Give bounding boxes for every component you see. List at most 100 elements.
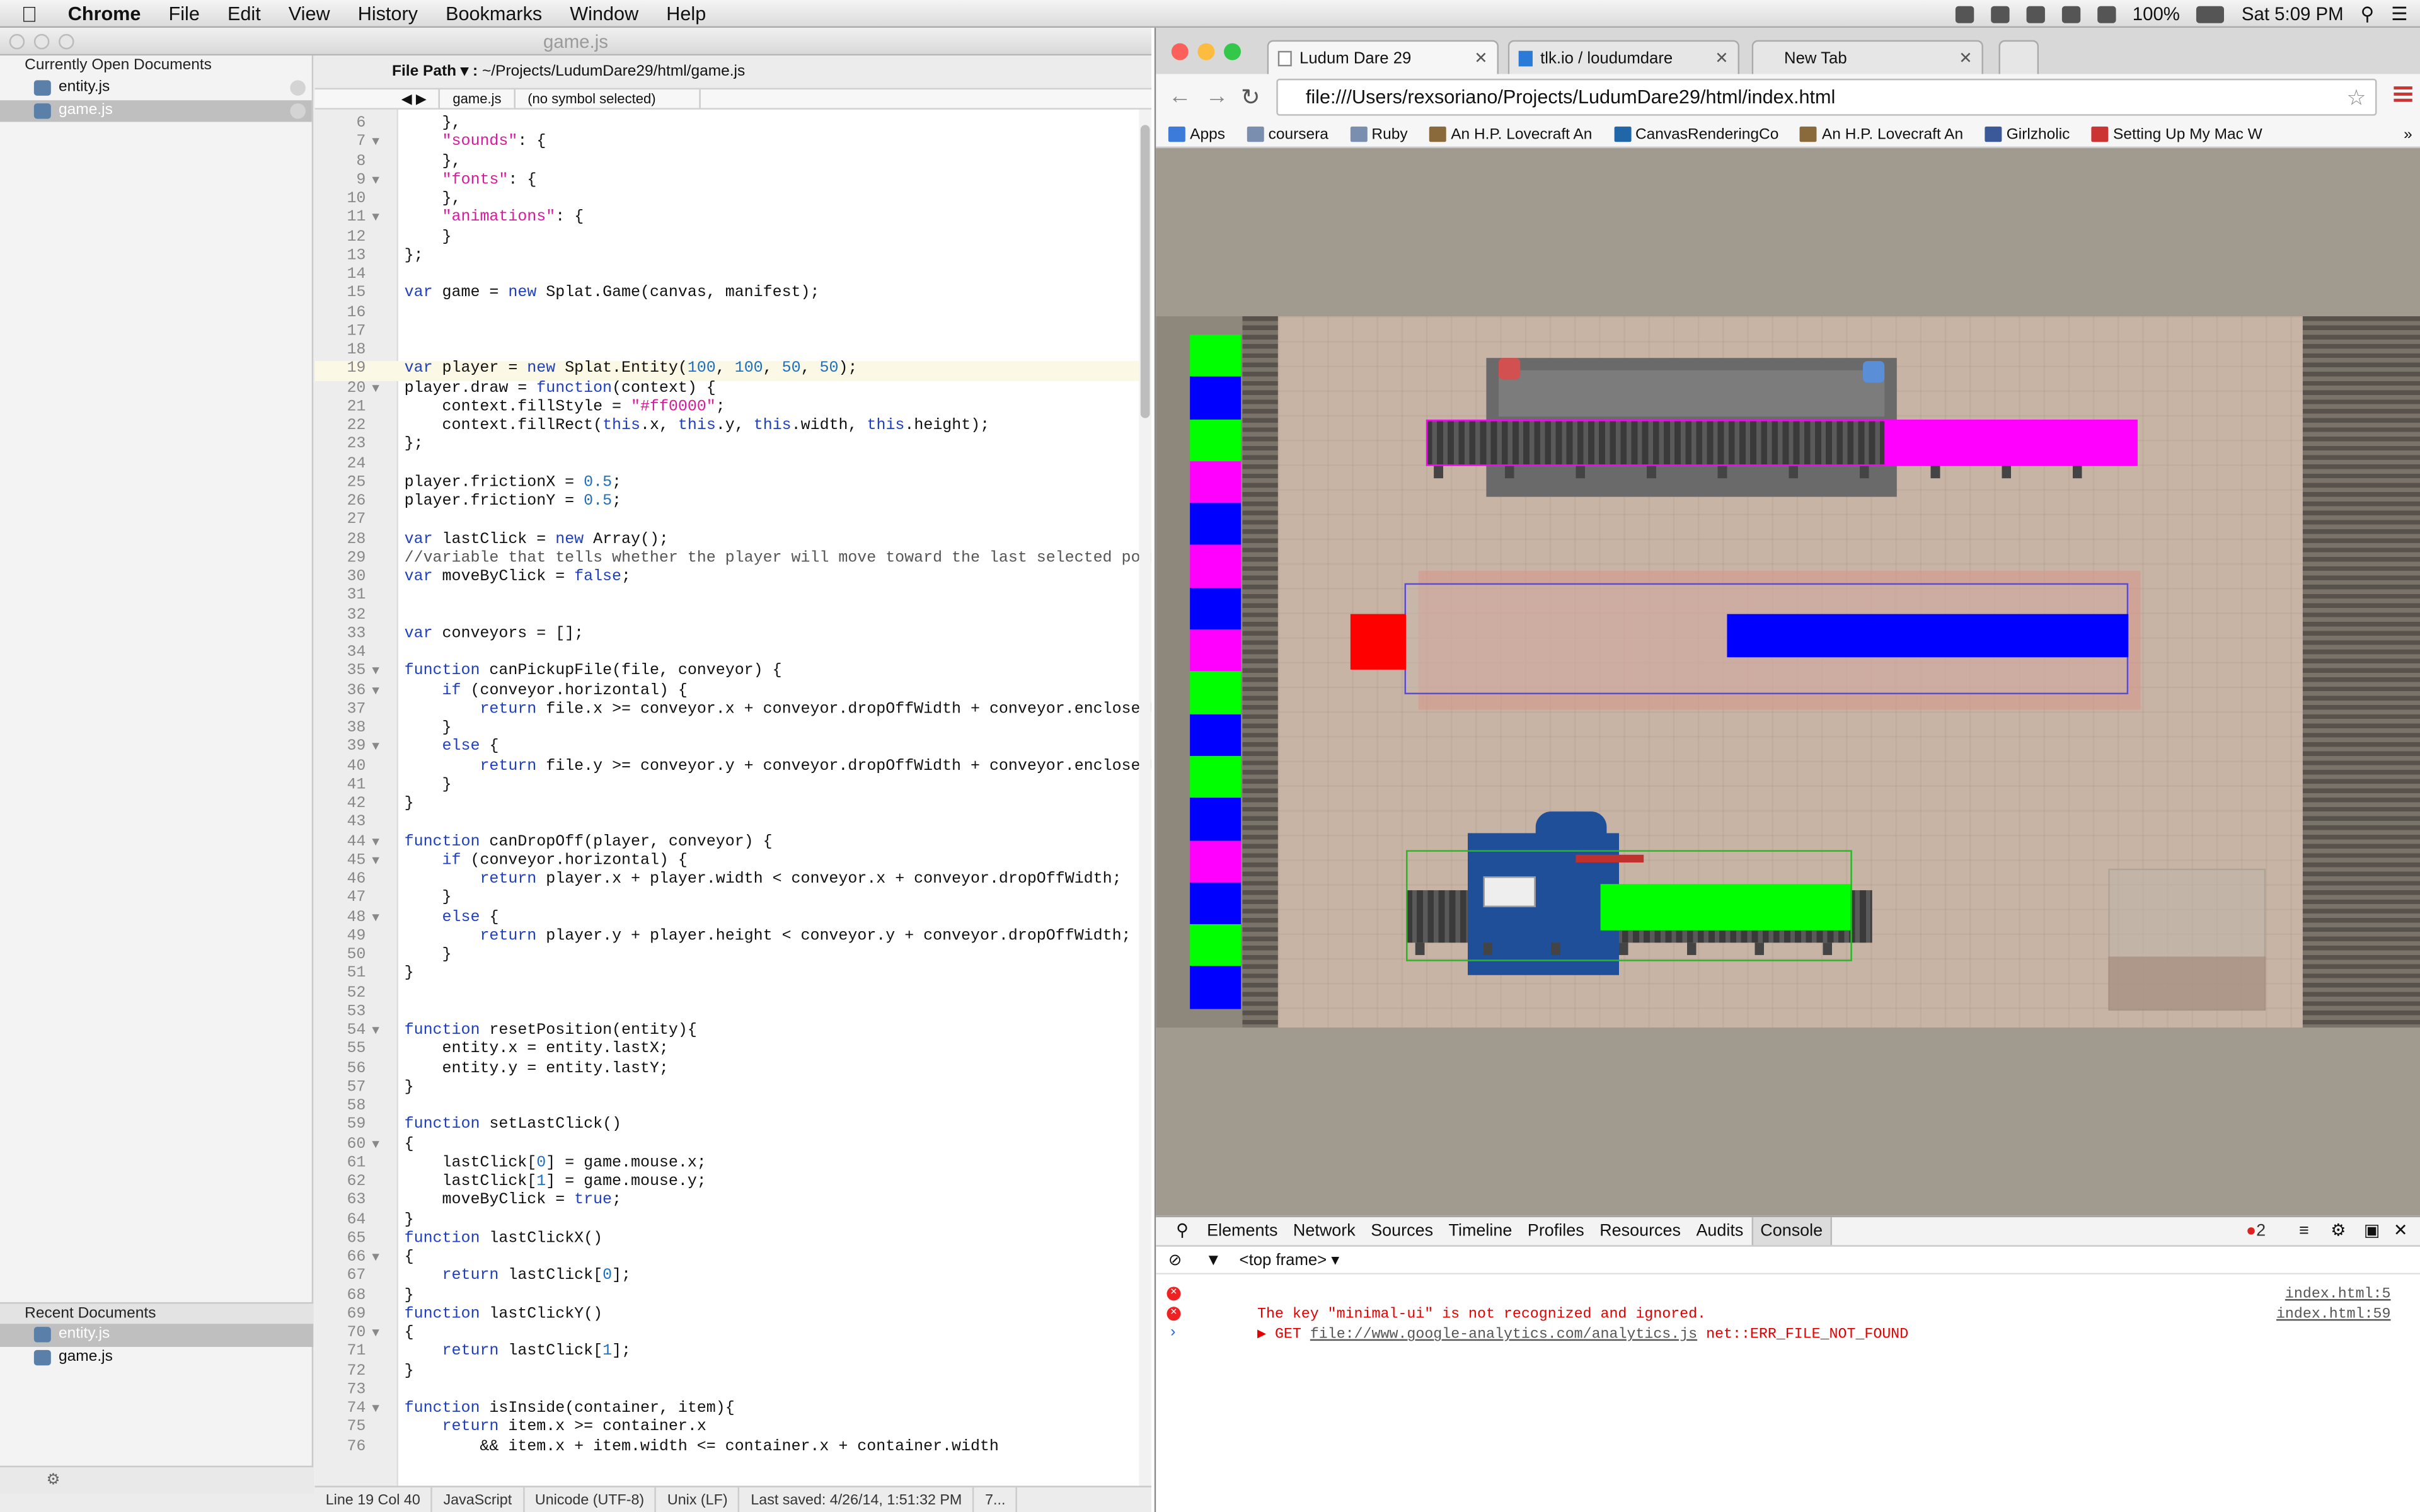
menu-item[interactable]: Help bbox=[652, 3, 720, 24]
scroll-thumb[interactable] bbox=[1140, 125, 1150, 418]
tab-tlkio[interactable]: tlk.io / loudumdare ✕ bbox=[1507, 40, 1740, 76]
fold-triangle-icon[interactable]: ▼ bbox=[372, 1250, 379, 1269]
time-machine-icon[interactable] bbox=[1990, 5, 2009, 23]
code-line[interactable]: 16 bbox=[315, 305, 1141, 324]
devtools-tab[interactable]: Profiles bbox=[1520, 1217, 1592, 1245]
fold-triangle-icon[interactable]: ▼ bbox=[372, 853, 379, 872]
recent-doc-item[interactable]: game.js bbox=[0, 1346, 313, 1369]
cursor-position[interactable]: Line 19 Col 40 bbox=[315, 1487, 433, 1512]
code-line[interactable]: 52 bbox=[315, 985, 1141, 1004]
code-line[interactable]: 30 var moveByClick = false; bbox=[315, 570, 1141, 588]
bookmark-item[interactable]: CanvasRenderingCo bbox=[1613, 122, 1801, 146]
code-line[interactable]: 56 entity.y = entity.lastY; bbox=[315, 1061, 1141, 1080]
minimize-button[interactable] bbox=[33, 33, 50, 50]
apple-icon[interactable]:  bbox=[0, 1, 59, 25]
fold-triangle-icon[interactable]: ▼ bbox=[372, 173, 379, 192]
code-line[interactable]: 66 ▼ { bbox=[315, 1250, 1141, 1269]
code-line[interactable]: 53 bbox=[315, 1004, 1141, 1023]
code-line[interactable]: 43 bbox=[315, 815, 1141, 834]
code-line[interactable]: 71 return lastClick[1]; bbox=[315, 1344, 1141, 1363]
bookmark-item[interactable]: An H.P. Lovecraft An bbox=[1429, 122, 1614, 146]
reload-icon[interactable]: ↻ bbox=[1241, 83, 1260, 112]
fold-triangle-icon[interactable]: ▼ bbox=[372, 683, 379, 702]
code-area[interactable]: 6 }, 7 ▼ "sounds": {8 }, 9 ▼ "fonts": {10 },… bbox=[314, 109, 1151, 1494]
code-line[interactable]: 50 } bbox=[315, 948, 1141, 966]
console-message[interactable]: ✕ ▶ GET file://www.google-analytics.com/a… bbox=[1156, 1303, 2420, 1343]
vertical-scrollbar[interactable] bbox=[1139, 109, 1151, 1494]
volume-icon[interactable] bbox=[2097, 5, 2116, 23]
code-line[interactable]: 18 bbox=[315, 343, 1141, 362]
language-menu[interactable]: JavaScript bbox=[432, 1487, 524, 1512]
search-icon[interactable]: ⚲ bbox=[1168, 1217, 1196, 1247]
open-doc-item[interactable]: game.js bbox=[0, 99, 312, 122]
code-line[interactable]: 73 bbox=[315, 1382, 1141, 1401]
code-line[interactable]: 55 entity.x = entity.lastX; bbox=[315, 1042, 1141, 1061]
code-line[interactable]: 10 }, bbox=[315, 192, 1141, 210]
encoding-menu[interactable]: Unicode (UTF-8) bbox=[524, 1487, 657, 1512]
file-menu[interactable]: game.js bbox=[441, 89, 516, 108]
notification-center-icon[interactable]: ☰ bbox=[2391, 3, 2407, 25]
fold-triangle-icon[interactable]: ▼ bbox=[372, 664, 379, 683]
close-tab-icon[interactable]: ✕ bbox=[1715, 42, 1729, 76]
code-line[interactable]: 27 bbox=[315, 513, 1141, 532]
devtools-tab[interactable]: Network bbox=[1286, 1217, 1363, 1245]
battery-icon[interactable] bbox=[2196, 5, 2225, 23]
fold-triangle-icon[interactable]: ▼ bbox=[372, 1326, 379, 1344]
menu-app-name[interactable]: Chrome bbox=[59, 3, 154, 24]
code-line[interactable]: 62 lastClick[1] = game.mouse.y; bbox=[315, 1174, 1141, 1193]
code-line[interactable]: 11 ▼ "animations": { bbox=[315, 210, 1141, 229]
minimize-button[interactable] bbox=[1197, 43, 1215, 60]
code-line[interactable]: 26 player.frictionY = 0.5; bbox=[315, 494, 1141, 513]
message-prefix[interactable]: ▶ GET bbox=[1257, 1326, 1310, 1343]
code-line[interactable]: 39 ▼ else { bbox=[315, 740, 1141, 759]
code-line[interactable]: 13}; bbox=[315, 248, 1141, 267]
code-line[interactable]: 36 ▼ if (conveyor.horizontal) { bbox=[315, 683, 1141, 702]
fold-triangle-icon[interactable]: ▼ bbox=[372, 910, 379, 929]
code-line[interactable]: 34 bbox=[315, 645, 1141, 664]
code-line[interactable]: 29 //variable that tells whether the play… bbox=[315, 551, 1151, 570]
bookmark-item[interactable]: Ruby bbox=[1350, 122, 1429, 146]
spotlight-icon[interactable]: ⚲ bbox=[2361, 3, 2375, 25]
code-line[interactable]: 20 ▼ player.draw = function(context) { bbox=[315, 381, 1141, 399]
code-line[interactable]: 44 ▼ function canDropOff(player, conveyor)… bbox=[315, 834, 1141, 853]
code-line[interactable]: 49 return player.y + player.height < con… bbox=[315, 929, 1141, 948]
zoom-button[interactable] bbox=[59, 33, 74, 50]
message-source-link[interactable]: index.html:59 bbox=[2276, 1303, 2391, 1324]
code-line[interactable]: 61 lastClick[0] = game.mouse.x; bbox=[315, 1155, 1141, 1174]
recent-documents-header[interactable]: Recent Documents bbox=[0, 1302, 314, 1324]
chrome-menu-icon[interactable] bbox=[2394, 86, 2412, 102]
code-line[interactable]: 65 function lastClickX() bbox=[315, 1231, 1141, 1250]
menu-item[interactable]: File bbox=[154, 3, 213, 24]
code-line[interactable]: 57} bbox=[315, 1080, 1141, 1099]
code-line[interactable]: 22 context.fillRect(this.x, this.y, this… bbox=[315, 418, 1141, 437]
code-line[interactable]: 69 function lastClickY() bbox=[315, 1307, 1141, 1326]
code-line[interactable]: 68} bbox=[315, 1288, 1141, 1307]
code-line[interactable]: 75 return item.x >= container.x bbox=[315, 1420, 1141, 1439]
code-line[interactable]: 24 bbox=[315, 456, 1141, 475]
fold-triangle-icon[interactable]: ▼ bbox=[372, 740, 379, 759]
filter-icon[interactable]: ▼ bbox=[1206, 1247, 1221, 1274]
fold-triangle-icon[interactable]: ▼ bbox=[372, 1137, 379, 1155]
code-line[interactable]: 60 ▼ { bbox=[315, 1137, 1141, 1155]
devtools-tab[interactable]: Resources bbox=[1592, 1217, 1688, 1245]
close-tab-icon[interactable]: ✕ bbox=[1959, 42, 1973, 76]
star-icon[interactable]: ☆ bbox=[2347, 80, 2366, 114]
code-line[interactable]: 25 player.frictionX = 0.5; bbox=[315, 475, 1141, 494]
back-arrow-icon[interactable]: ← bbox=[1168, 83, 1192, 110]
address-bar[interactable]: file:///Users/rexsoriano/Projects/LudumD… bbox=[1276, 78, 2377, 116]
devtools-tab[interactable]: Console bbox=[1751, 1217, 1832, 1246]
fold-triangle-icon[interactable]: ▼ bbox=[372, 1023, 379, 1042]
forward-arrow-icon[interactable]: → bbox=[1206, 83, 1229, 110]
code-line[interactable]: 38 } bbox=[315, 721, 1141, 740]
back-forward-buttons[interactable]: ◀ ▶ bbox=[315, 89, 441, 108]
zoom-button[interactable] bbox=[1224, 43, 1241, 60]
path-label[interactable]: File Path ▾ : bbox=[392, 63, 478, 80]
tab-new-tab[interactable]: New Tab ✕ bbox=[1751, 40, 1983, 76]
code-line[interactable]: 23}; bbox=[315, 437, 1141, 456]
battery-percent[interactable]: 100% bbox=[2133, 3, 2180, 25]
frame-selector[interactable]: <top frame> ▾ bbox=[1240, 1251, 1340, 1269]
code-line[interactable]: 35 ▼ function canPickupFile(file, conveyor… bbox=[315, 664, 1141, 683]
close-icon[interactable]: ✕ bbox=[2386, 1217, 2416, 1247]
code-line[interactable]: 54 ▼ function resetPosition(entity){ bbox=[315, 1023, 1141, 1042]
code-line[interactable]: 40 return file.y >= conveyor.y + conveyo… bbox=[315, 759, 1151, 777]
